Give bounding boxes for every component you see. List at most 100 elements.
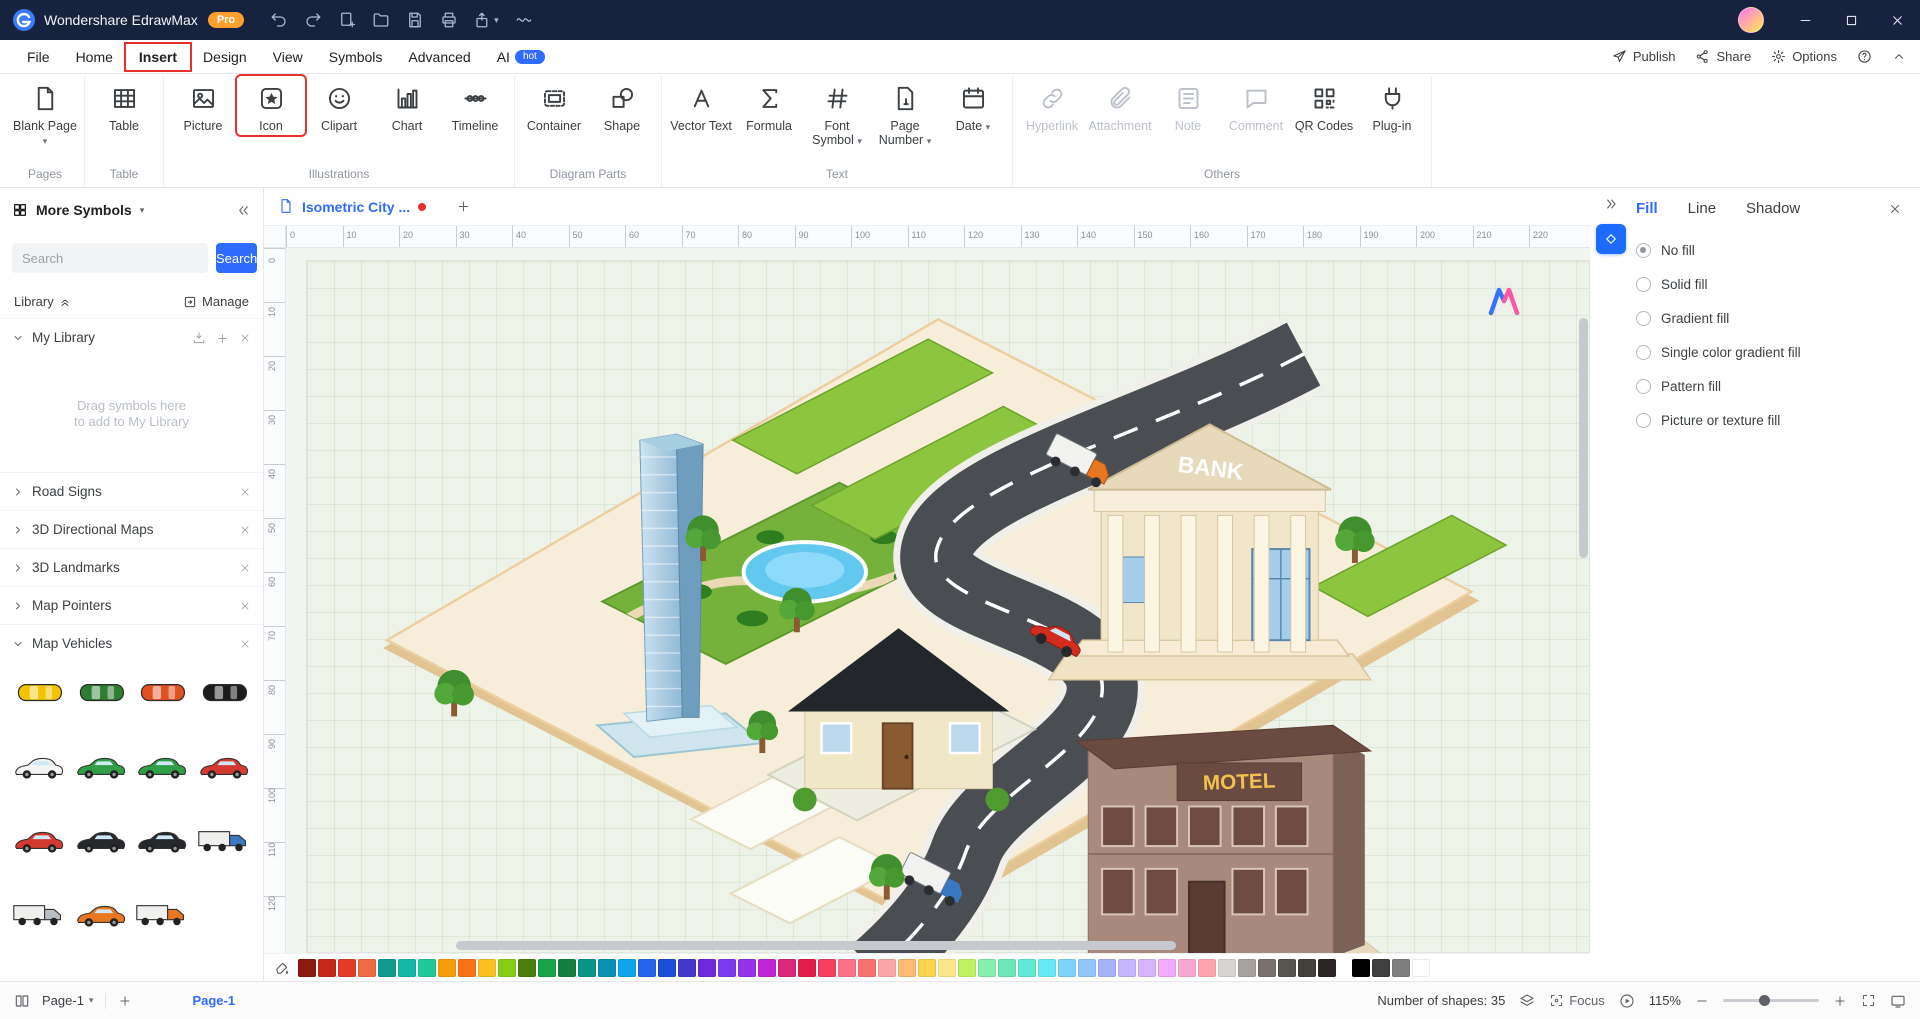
page-number-button[interactable]: Page Number ▾ [871, 76, 939, 150]
color-swatch[interactable] [1138, 958, 1156, 977]
color-swatch[interactable] [1018, 958, 1036, 977]
formula-button[interactable]: Formula [735, 76, 803, 135]
color-swatch[interactable] [738, 958, 756, 977]
vehicle-symbol[interactable] [134, 740, 192, 794]
vehicle-symbol[interactable] [10, 740, 68, 794]
color-swatch[interactable] [958, 958, 976, 977]
vehicle-symbol[interactable] [72, 740, 130, 794]
paint-format-button[interactable] [274, 960, 290, 976]
icon-button[interactable]: Icon [235, 73, 307, 138]
fill-option-single-color-gradient-fill[interactable]: Single color gradient fill [1636, 345, 1902, 360]
color-swatch[interactable] [658, 958, 676, 977]
page-panel-toggle[interactable] [14, 993, 30, 1009]
chevrons-right-icon[interactable] [1603, 196, 1619, 212]
remove-library-button[interactable] [239, 560, 251, 575]
remove-library-button[interactable] [239, 636, 251, 651]
color-swatch[interactable] [1178, 958, 1196, 977]
vehicle-symbol[interactable] [134, 814, 192, 868]
vehicle-symbol[interactable] [72, 888, 130, 942]
color-swatch[interactable] [778, 958, 796, 977]
open-folder-button[interactable] [372, 11, 390, 29]
close-panel-button[interactable] [1888, 202, 1902, 216]
avatar[interactable] [1738, 7, 1764, 33]
picture-button[interactable]: Picture [169, 76, 237, 135]
color-swatch[interactable] [1098, 958, 1116, 977]
vertical-scrollbar[interactable] [1579, 318, 1588, 558]
menu-ai[interactable]: AI hot [484, 44, 558, 70]
color-swatch[interactable] [1198, 958, 1216, 977]
color-swatch[interactable] [438, 958, 456, 977]
color-swatch[interactable] [518, 958, 536, 977]
color-swatch[interactable] [838, 958, 856, 977]
collapse-sidebar-button[interactable] [236, 203, 251, 218]
remove-library-button[interactable] [239, 330, 251, 345]
table-button[interactable]: Table [90, 76, 158, 135]
collapse-ribbon-button[interactable] [1892, 50, 1906, 64]
color-swatch[interactable] [538, 958, 556, 977]
color-swatch[interactable] [798, 958, 816, 977]
document-tab[interactable]: Isometric City ... [302, 199, 410, 215]
date-button[interactable]: Date ▾ [939, 76, 1007, 135]
menu-symbols[interactable]: Symbols [316, 44, 396, 70]
new-page-button[interactable] [338, 11, 356, 29]
manage-library-button[interactable]: Manage [183, 293, 249, 309]
color-swatch[interactable] [678, 958, 696, 977]
close-button[interactable] [1874, 0, 1920, 40]
color-swatch[interactable] [358, 958, 376, 977]
search-button[interactable]: Search [216, 243, 258, 273]
zoom-slider-thumb[interactable] [1759, 995, 1770, 1006]
color-swatch[interactable] [1412, 958, 1430, 977]
remove-library-button[interactable] [239, 484, 251, 499]
save-button[interactable] [406, 11, 424, 29]
new-tab-button[interactable] [456, 199, 471, 214]
color-swatch[interactable] [618, 958, 636, 977]
qr-codes-button[interactable]: QR Codes [1290, 76, 1358, 135]
color-swatch[interactable] [1278, 958, 1296, 977]
fill-option-gradient-fill[interactable]: Gradient fill [1636, 311, 1902, 326]
color-swatch[interactable] [418, 958, 436, 977]
maximize-button[interactable] [1828, 0, 1874, 40]
color-swatch[interactable] [878, 958, 896, 977]
clipart-button[interactable]: Clipart [305, 76, 373, 135]
sidebar-section-3d-directional-maps[interactable]: 3D Directional Maps [0, 510, 263, 548]
page-tab[interactable]: Page-1 [192, 993, 235, 1008]
menu-design[interactable]: Design [190, 44, 260, 70]
vehicle-symbol[interactable] [72, 666, 130, 720]
color-swatch[interactable] [858, 958, 876, 977]
page-selector[interactable]: Page-1 ▾ [42, 993, 93, 1008]
color-swatch[interactable] [398, 958, 416, 977]
color-swatch[interactable] [1058, 958, 1076, 977]
color-swatch[interactable] [458, 958, 476, 977]
color-swatch[interactable] [758, 958, 776, 977]
fill-option-picture-or-texture-fill[interactable]: Picture or texture fill [1636, 413, 1902, 428]
fill-option-no-fill[interactable]: No fill [1636, 243, 1902, 258]
export-button[interactable]: ▾ [474, 11, 499, 29]
menu-insert[interactable]: Insert [123, 41, 193, 72]
sidebar-section-map-vehicles[interactable]: Map Vehicles [0, 624, 263, 662]
chevrons-up-icon[interactable] [59, 294, 71, 309]
color-swatch[interactable] [1352, 958, 1370, 977]
plug-in-button[interactable]: Plug-in [1358, 76, 1426, 135]
customize-button[interactable] [515, 11, 533, 29]
vehicle-symbol[interactable] [134, 666, 192, 720]
color-swatch[interactable] [638, 958, 656, 977]
print-button[interactable] [440, 11, 458, 29]
color-swatch[interactable] [698, 958, 716, 977]
focus-button[interactable]: Focus [1549, 993, 1605, 1008]
library-drop-zone[interactable]: Drag symbols here to add to My Library [0, 356, 263, 472]
fullscreen-button[interactable] [1861, 993, 1876, 1008]
zoom-out-button[interactable] [1695, 994, 1709, 1008]
sidebar-section-map-pointers[interactable]: Map Pointers [0, 586, 263, 624]
vehicle-symbol[interactable] [72, 814, 130, 868]
vehicle-symbol[interactable] [10, 888, 68, 942]
blank-page-button[interactable]: Blank Page ▾ [11, 76, 79, 150]
sidebar-section-3d-landmarks[interactable]: 3D Landmarks [0, 548, 263, 586]
tab-line[interactable]: Line [1688, 200, 1716, 217]
zoom-slider[interactable] [1723, 995, 1819, 1006]
color-swatch[interactable] [578, 958, 596, 977]
color-swatch[interactable] [1158, 958, 1176, 977]
color-swatch[interactable] [1038, 958, 1056, 977]
color-swatch[interactable] [338, 958, 356, 977]
color-swatch[interactable] [998, 958, 1016, 977]
tab-fill[interactable]: Fill [1636, 200, 1658, 217]
